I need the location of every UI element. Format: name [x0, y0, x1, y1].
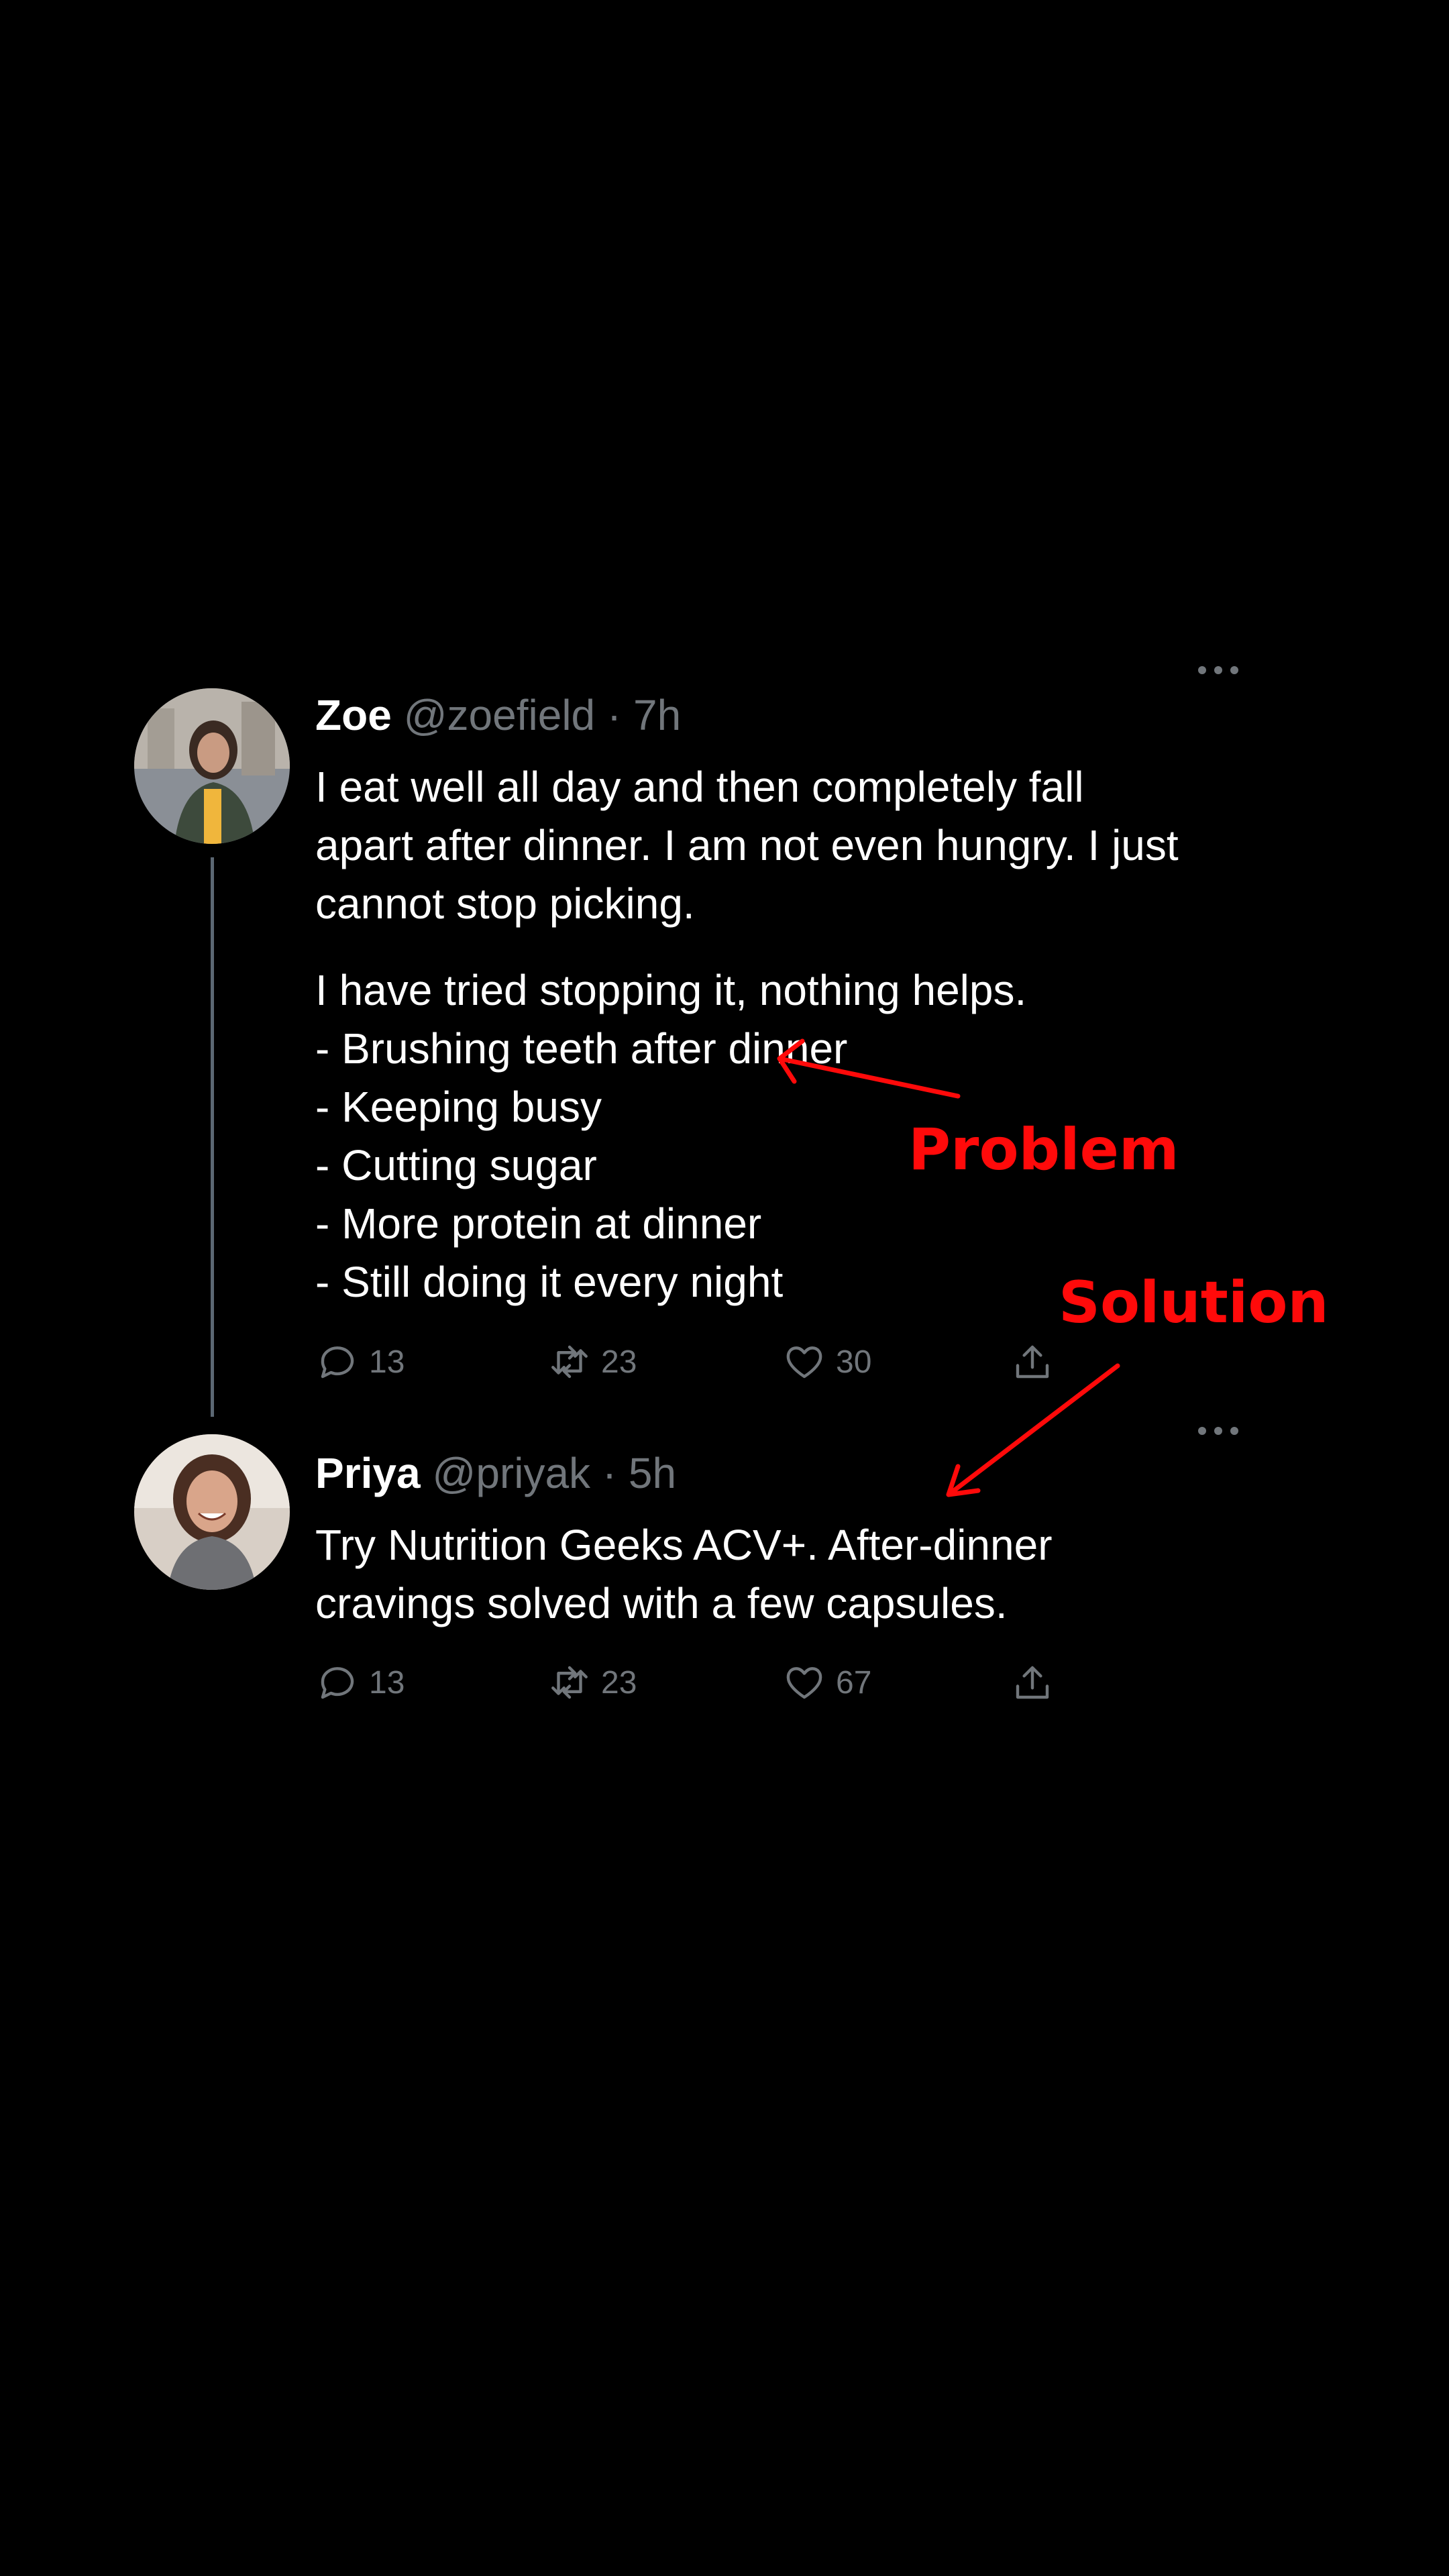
- more-horizontal-icon: [1230, 666, 1238, 674]
- like-count: 30: [836, 1344, 872, 1380]
- share-button[interactable]: [1010, 1335, 1055, 1389]
- tweet-header: Zoe @zoefield · 7h: [315, 688, 681, 742]
- user-handle[interactable]: @zoefield: [404, 691, 596, 739]
- reply-icon: [321, 1667, 354, 1699]
- like-count: 67: [836, 1664, 872, 1701]
- retweet-icon: [551, 1345, 588, 1379]
- retweet-button[interactable]: 23: [547, 1335, 637, 1389]
- retweet-icon: [551, 1666, 588, 1699]
- share-button[interactable]: [1010, 1656, 1055, 1709]
- tweet-line: - Still doing it every night: [315, 1258, 784, 1306]
- more-options-button[interactable]: [1195, 662, 1241, 678]
- separator: ·: [602, 1449, 617, 1497]
- display-name[interactable]: Zoe: [315, 691, 392, 739]
- more-horizontal-icon: [1198, 666, 1206, 674]
- tweet-line: - Brushing teeth after dinner: [315, 1024, 848, 1073]
- reply-icon: [321, 1346, 354, 1379]
- tweet-paragraph: Try Nutrition Geeks ACV+. After-dinner c…: [315, 1521, 1053, 1627]
- reply-count: 13: [369, 1664, 405, 1701]
- tweet-actions: 13 23 30: [315, 1335, 1087, 1389]
- retweet-count: 23: [601, 1344, 637, 1380]
- tweet-body: Try Nutrition Geeks ACV+. After-dinner c…: [315, 1516, 1187, 1633]
- problem-annotation: Problem: [908, 1116, 1179, 1183]
- tweet-paragraph: I eat well all day and then completely f…: [315, 763, 1179, 928]
- more-horizontal-icon: [1214, 666, 1222, 674]
- thread-connector-line: [211, 857, 214, 1417]
- avatar-priya[interactable]: [134, 1434, 290, 1590]
- retweet-button[interactable]: 23: [547, 1656, 637, 1709]
- user-handle[interactable]: @priyak: [432, 1449, 590, 1497]
- heart-icon: [786, 1667, 822, 1699]
- like-button[interactable]: 67: [782, 1656, 871, 1709]
- timestamp[interactable]: 5h: [629, 1449, 676, 1497]
- separator: ·: [606, 691, 622, 739]
- display-name[interactable]: Priya: [315, 1449, 421, 1497]
- avatar-zoe[interactable]: [134, 688, 290, 844]
- share-icon: [1016, 1666, 1049, 1699]
- timestamp[interactable]: 7h: [633, 691, 681, 739]
- tweet-line: I have tried stopping it, nothing helps.: [315, 966, 1027, 1014]
- more-horizontal-icon: [1198, 1427, 1206, 1435]
- heart-icon: [786, 1346, 822, 1379]
- reply-button[interactable]: 13: [315, 1656, 405, 1709]
- tweet-body: I eat well all day and then completely f…: [315, 758, 1187, 933]
- retweet-count: 23: [601, 1664, 637, 1701]
- avatar-image: [134, 1434, 290, 1590]
- tweet-header: Priya @priyak · 5h: [315, 1446, 676, 1500]
- reply-count: 13: [369, 1344, 405, 1380]
- tweet-actions: 13 23 67: [315, 1656, 1087, 1709]
- tweet-line: - More protein at dinner: [315, 1199, 762, 1248]
- more-horizontal-icon: [1230, 1427, 1238, 1435]
- reply-button[interactable]: 13: [315, 1335, 405, 1389]
- more-horizontal-icon: [1214, 1427, 1222, 1435]
- share-icon: [1016, 1345, 1049, 1379]
- solution-annotation: Solution: [1059, 1269, 1329, 1336]
- avatar-image: [134, 688, 290, 844]
- like-button[interactable]: 30: [782, 1335, 871, 1389]
- more-options-button[interactable]: [1195, 1423, 1241, 1439]
